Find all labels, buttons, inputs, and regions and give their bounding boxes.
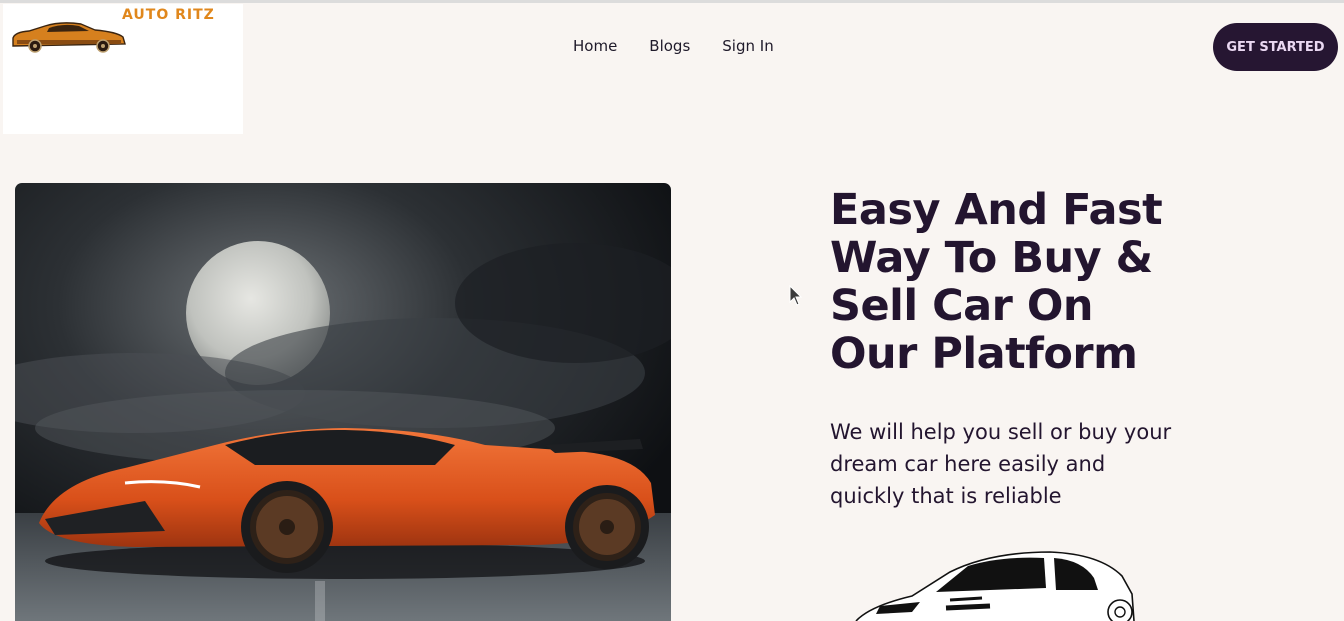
nav-sign-in-link[interactable]: Sign In [722,37,773,55]
main-nav: Home Blogs Sign In [573,37,774,55]
car-line-sketch [855,551,1135,621]
logo[interactable]: AUTO RITZ [3,4,243,134]
classic-car-icon [12,22,126,53]
brand-name: AUTO RITZ [122,7,215,23]
sports-car-photo [15,183,671,621]
hero-title: Easy And Fast Way To Buy & Sell Car On O… [830,185,1163,379]
hero-car-image [15,183,671,621]
mouse-cursor-icon [789,285,803,306]
get-started-button[interactable]: GET STARTED [1213,23,1338,71]
nav-home-link[interactable]: Home [573,37,617,55]
hero-subtitle: We will help you sell or buy your dream … [830,420,1172,508]
top-divider [0,0,1344,3]
nav-blogs-link[interactable]: Blogs [649,37,690,55]
